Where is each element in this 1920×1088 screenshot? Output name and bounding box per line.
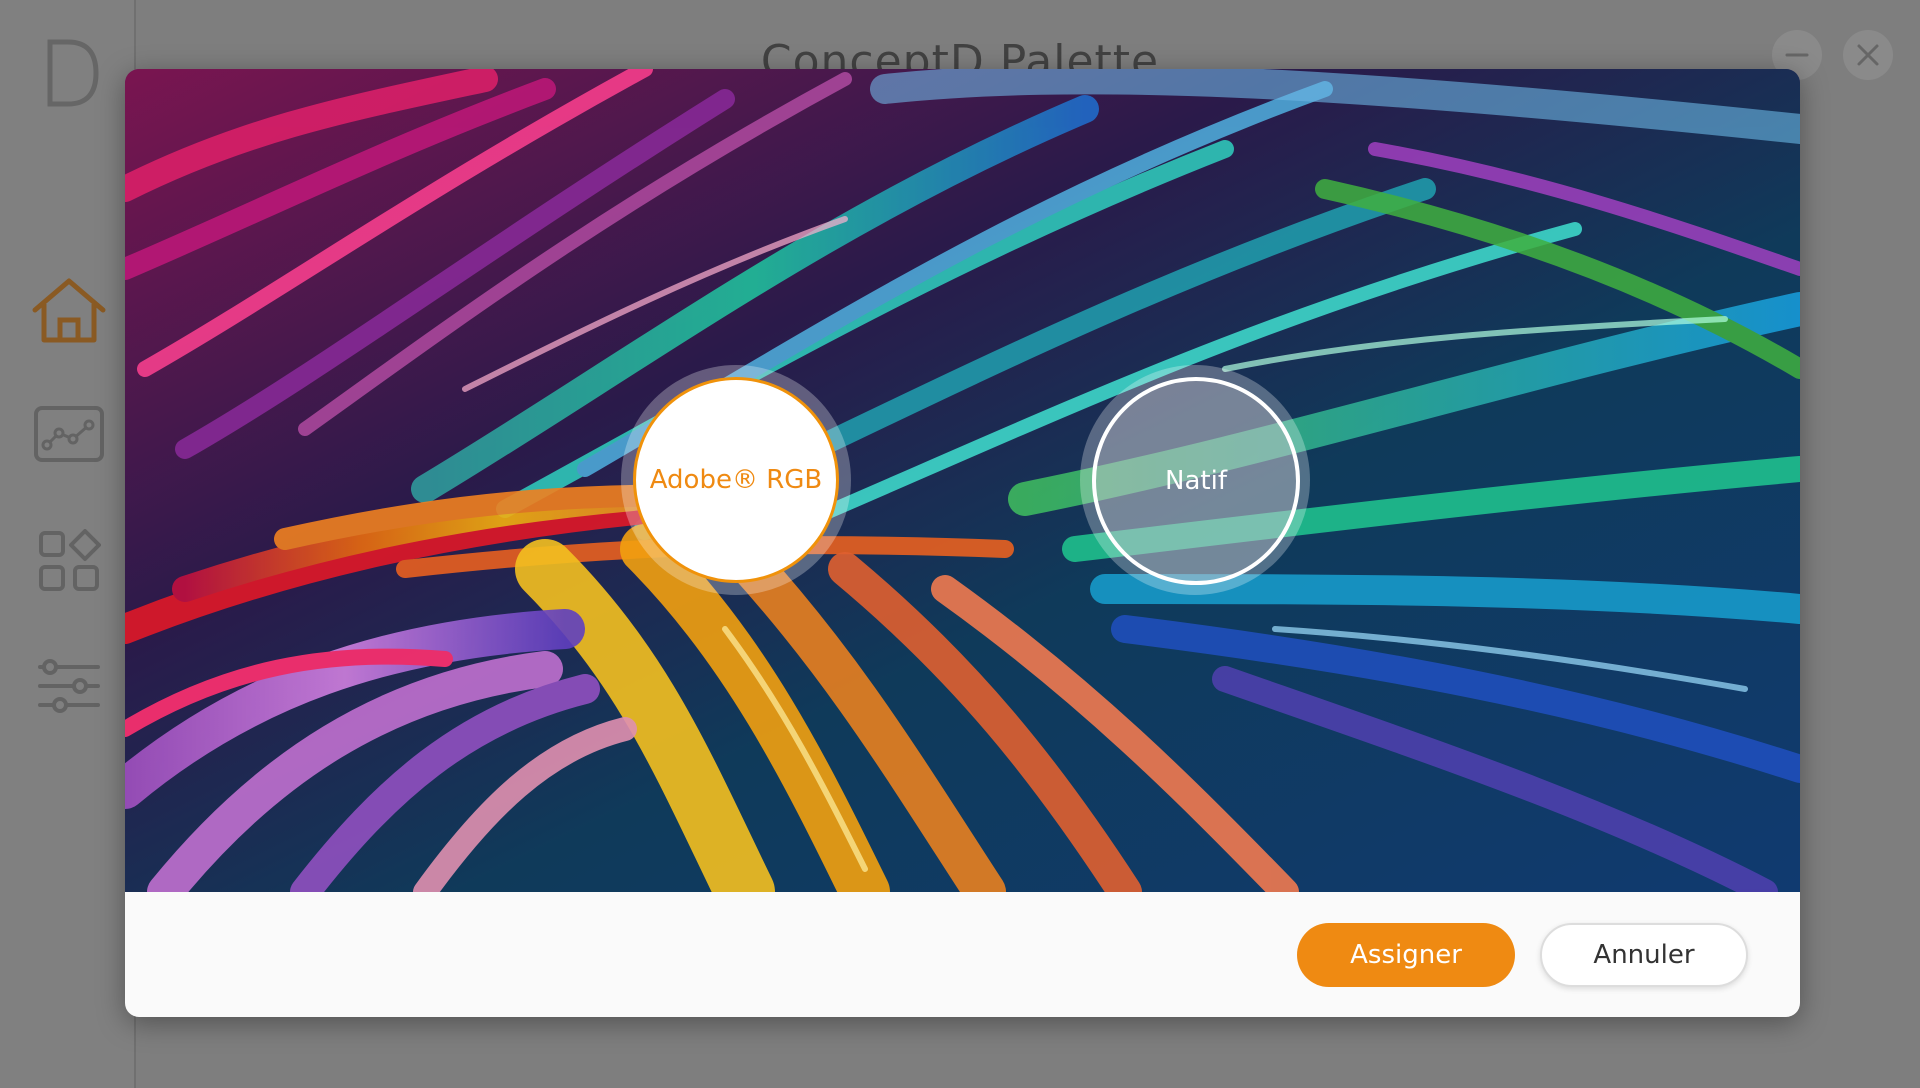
app-window: ConceptD Palette Adobe® RGB Natif Assign…	[0, 0, 1920, 1088]
profile-option-adobe-rgb[interactable]: Adobe® RGB	[621, 365, 851, 595]
preview-image: Adobe® RGB Natif	[125, 69, 1800, 892]
cancel-button[interactable]: Annuler	[1540, 923, 1748, 987]
profile-option-native[interactable]: Natif	[1080, 365, 1310, 595]
assign-profile-dialog: Adobe® RGB Natif Assigner Annuler	[125, 69, 1800, 1017]
profile-label: Adobe® RGB	[633, 377, 839, 583]
profile-label: Natif	[1092, 377, 1300, 585]
assign-button[interactable]: Assigner	[1297, 923, 1515, 987]
